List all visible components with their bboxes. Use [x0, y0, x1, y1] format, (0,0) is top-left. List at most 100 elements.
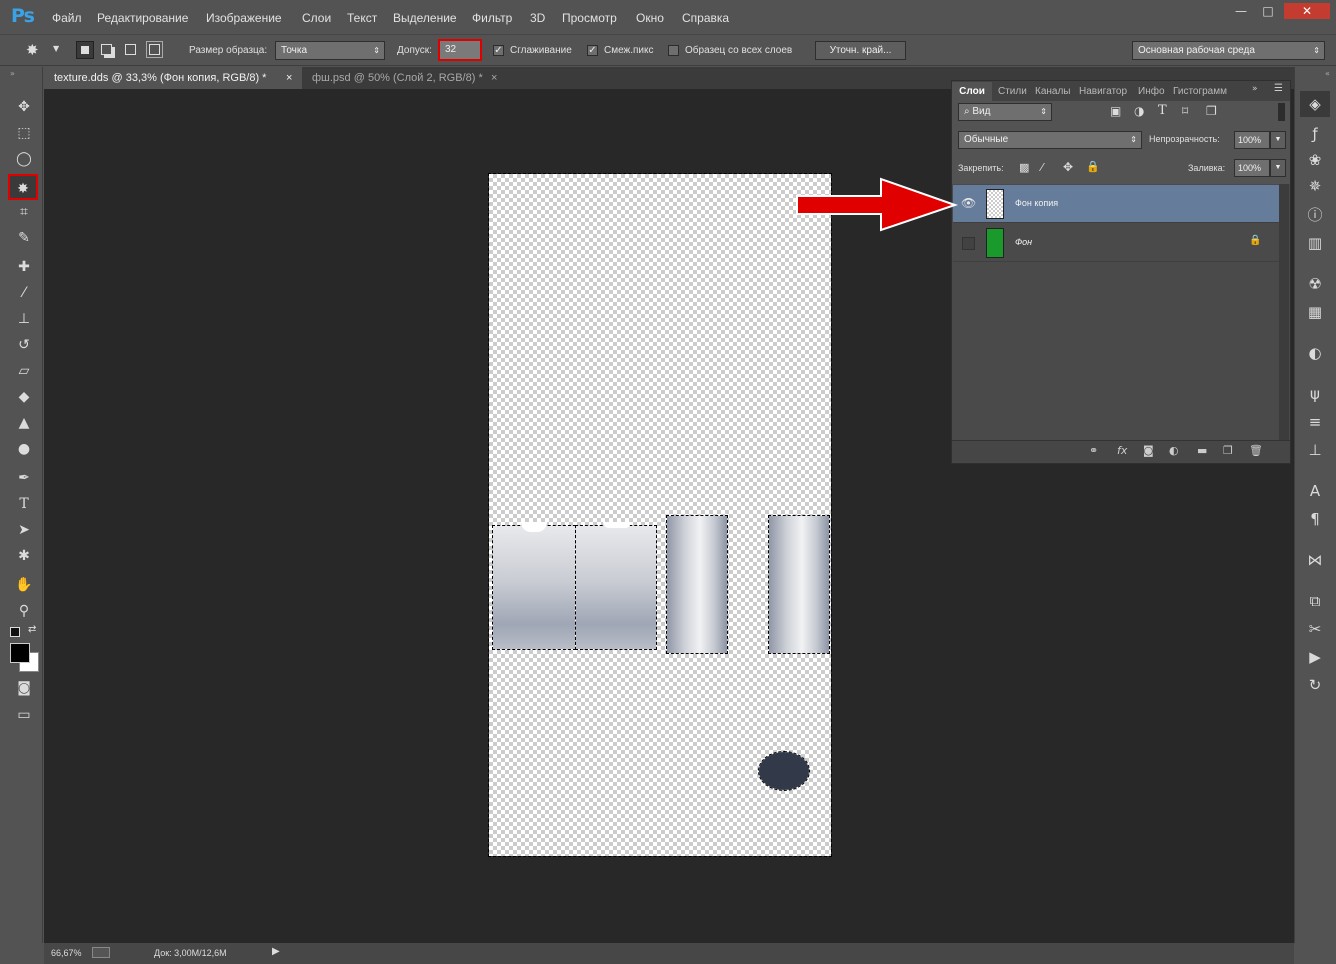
- paragraph-panel-icon[interactable]: ¶: [1303, 508, 1327, 530]
- dodge-tool-icon[interactable]: ●: [12, 438, 36, 460]
- status-icon[interactable]: [92, 947, 110, 958]
- navigator-panel-icon[interactable]: ✵: [1303, 175, 1327, 197]
- menu-filter[interactable]: Фильтр: [472, 11, 512, 25]
- menu-help[interactable]: Справка: [682, 11, 729, 25]
- quick-mask-icon[interactable]: ◙: [12, 677, 36, 699]
- menu-select[interactable]: Выделение: [393, 11, 457, 25]
- filter-smart-icon[interactable]: ❐: [1206, 104, 1217, 118]
- tab-navigator[interactable]: Навигатор: [1079, 82, 1127, 101]
- default-colors-icon[interactable]: [10, 627, 20, 637]
- blend-mode-select[interactable]: Обычные ⇕: [958, 131, 1142, 149]
- sample-size-select[interactable]: Точка ⇕: [275, 41, 385, 60]
- menu-view[interactable]: Просмотр: [562, 11, 617, 25]
- filter-adjustment-icon[interactable]: ◑: [1134, 104, 1144, 118]
- menu-layers[interactable]: Слои: [302, 11, 331, 25]
- info-panel-icon[interactable]: ⓘ: [1303, 204, 1327, 226]
- styles-panel-icon[interactable]: ƒ: [1303, 123, 1327, 145]
- marquee-tool-icon[interactable]: ⬚: [12, 122, 36, 144]
- all-layers-checkbox[interactable]: [668, 45, 679, 56]
- tab-histogram[interactable]: Гистограмм: [1173, 82, 1227, 101]
- adjustments-panel-icon[interactable]: ◐: [1303, 342, 1327, 364]
- add-mask-icon[interactable]: ◙: [1143, 444, 1154, 457]
- swatches-panel-icon[interactable]: ☢: [1303, 273, 1327, 295]
- healing-brush-tool-icon[interactable]: ✚: [12, 256, 36, 278]
- more-tabs-icon[interactable]: »: [1252, 84, 1258, 94]
- foreground-color-swatch[interactable]: [10, 643, 30, 663]
- menu-file[interactable]: Файл: [52, 11, 82, 25]
- tab-styles[interactable]: Стили: [998, 82, 1027, 101]
- pen-tool-icon[interactable]: ✒: [12, 467, 36, 489]
- history-panel-icon[interactable]: ↻: [1303, 674, 1327, 696]
- channels-panel-icon[interactable]: ❀: [1303, 149, 1327, 171]
- magic-wand-tool-icon[interactable]: ✸: [8, 174, 38, 200]
- layers-panel-icon[interactable]: ◈: [1300, 91, 1330, 117]
- menu-image[interactable]: Изображение: [206, 11, 282, 25]
- magic-wand-preset-icon[interactable]: ✸: [26, 41, 39, 59]
- fill-input[interactable]: 100%: [1234, 159, 1270, 177]
- swap-colors-icon[interactable]: ⇄: [28, 624, 36, 635]
- move-tool-icon[interactable]: ✥: [12, 96, 36, 118]
- lasso-tool-icon[interactable]: ◯: [12, 148, 36, 170]
- blur-tool-icon[interactable]: ▲: [12, 412, 36, 434]
- lock-position-icon[interactable]: ✥: [1063, 160, 1073, 174]
- history-brush-tool-icon[interactable]: ↺: [12, 334, 36, 356]
- type-tool-icon[interactable]: T: [12, 493, 36, 515]
- layer-row-fon-kopiya[interactable]: 👁 Фон копия: [953, 185, 1279, 223]
- close-button[interactable]: ✕: [1284, 3, 1330, 19]
- zoom-level[interactable]: 66,67%: [51, 948, 82, 958]
- layer-row-fon[interactable]: Фон 🔒: [953, 224, 1279, 262]
- panel-menu-icon[interactable]: ☰: [1274, 83, 1283, 94]
- layers-scrollbar[interactable]: [1279, 184, 1289, 440]
- 3d-panel-icon[interactable]: ⧉: [1303, 590, 1327, 612]
- menu-type[interactable]: Текст: [347, 11, 377, 25]
- screen-mode-icon[interactable]: ▭: [12, 704, 36, 726]
- lock-transparency-icon[interactable]: ▩: [1019, 161, 1029, 174]
- shape-tool-icon[interactable]: ✱: [12, 545, 36, 567]
- tab-fsh[interactable]: фш.psd @ 50% (Слой 2, RGB/8) * ×: [302, 67, 507, 89]
- crop-tool-icon[interactable]: ⌗: [12, 201, 36, 223]
- fill-dropdown-button[interactable]: ▼: [1270, 159, 1286, 177]
- paths-panel-icon[interactable]: ⋈: [1303, 549, 1327, 571]
- antialias-checkbox[interactable]: ✓: [493, 45, 504, 56]
- menu-edit[interactable]: Редактирование: [97, 11, 188, 25]
- layer-filter-select[interactable]: ⌕ Вид ⇕: [958, 103, 1052, 121]
- histogram-panel-icon[interactable]: ▥: [1303, 232, 1327, 254]
- new-group-icon[interactable]: ▬: [1197, 444, 1207, 457]
- collapse-icon[interactable]: »: [10, 69, 15, 78]
- close-tab-icon[interactable]: ×: [491, 67, 497, 89]
- stamp-tool-icon[interactable]: ⊥: [12, 308, 36, 330]
- visibility-box[interactable]: [962, 237, 975, 250]
- delete-layer-icon[interactable]: 🗑: [1249, 444, 1263, 457]
- minimize-button[interactable]: —: [1229, 3, 1253, 19]
- menu-3d[interactable]: 3D: [530, 11, 545, 25]
- filter-pixel-icon[interactable]: ▣: [1110, 104, 1121, 118]
- refine-edge-button[interactable]: Уточн. край...: [815, 41, 906, 60]
- lock-pixels-icon[interactable]: ⁄: [1041, 161, 1043, 174]
- hand-tool-icon[interactable]: ✋: [12, 574, 36, 596]
- contiguous-checkbox[interactable]: ✓: [587, 45, 598, 56]
- tool-presets-icon[interactable]: ✂: [1303, 618, 1327, 640]
- tab-layers[interactable]: Слои: [952, 82, 992, 101]
- tab-info[interactable]: Инфо: [1138, 82, 1165, 101]
- tolerance-input[interactable]: 32: [438, 39, 482, 61]
- status-menu-arrow-icon[interactable]: ▶: [272, 946, 280, 957]
- zoom-tool-icon[interactable]: ⚲: [12, 600, 36, 622]
- brush-tool-icon[interactable]: ⁄: [12, 282, 36, 304]
- eye-icon[interactable]: 👁: [961, 196, 976, 210]
- tab-texture[interactable]: texture.dds @ 33,3% (Фон копия, RGB/8) *…: [44, 67, 302, 89]
- eyedropper-tool-icon[interactable]: ✎: [12, 227, 36, 249]
- close-tab-icon[interactable]: ×: [286, 67, 292, 89]
- link-layers-icon[interactable]: ⚭: [1089, 444, 1098, 457]
- path-selection-tool-icon[interactable]: ➤: [12, 519, 36, 541]
- intersect-selection-button[interactable]: [146, 41, 163, 58]
- filter-toggle[interactable]: [1278, 103, 1285, 121]
- brush-panel-icon[interactable]: ψ: [1303, 383, 1327, 405]
- actions-panel-icon[interactable]: ▶: [1303, 646, 1327, 668]
- new-layer-icon[interactable]: ❐: [1223, 444, 1233, 457]
- restore-button[interactable]: □: [1256, 3, 1280, 19]
- lock-all-icon[interactable]: 🔒: [1086, 160, 1100, 173]
- filter-shape-icon[interactable]: ⌑: [1182, 104, 1188, 118]
- menu-window[interactable]: Окно: [636, 11, 664, 25]
- eraser-tool-icon[interactable]: ▱: [12, 360, 36, 382]
- fx-icon[interactable]: fx: [1117, 444, 1127, 457]
